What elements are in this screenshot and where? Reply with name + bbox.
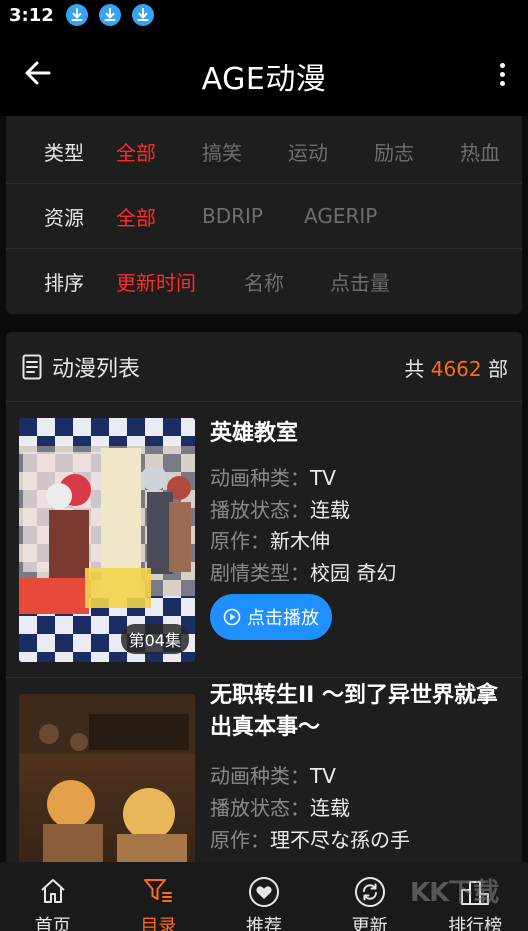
filter-option[interactable]: 全部 [116,137,156,166]
filter-row-type: 类型 全部 搞笑 运动 励志 热血 [6,119,522,184]
play-button[interactable]: 点击播放 [210,594,332,640]
bottom-navigation: 首页 目录 推荐 更新 排行榜 [0,862,528,931]
filter-list-icon [144,879,173,902]
filter-label-type: 类型 [44,140,84,165]
filter-option[interactable]: 点击量 [330,267,390,296]
more-options-button[interactable] [490,56,514,92]
list-title: 动漫列表 [52,357,141,382]
total-count: 4662 [430,357,482,381]
download-notification-icon [98,4,121,26]
app-bar: AGE动漫 [0,30,528,116]
more-vertical-icon [499,62,505,68]
anime-list: 动漫列表 共 4662 部 第04集 英雄教室 动画种类：TV 播放状态：连载 … [6,332,522,862]
download-notification-icon [131,4,154,26]
main-content[interactable]: 类型 全部 搞笑 运动 励志 热血 资源 全部 BDRIP AGERIP 排序 … [0,116,528,862]
list-header: 动漫列表 共 4662 部 [6,332,522,402]
nav-catalog[interactable]: 目录 [106,862,212,931]
play-status: 播放状态：连载 [210,498,350,522]
document-list-icon [22,354,42,380]
original-author: 原作：理不尽な孫の手 [210,828,410,852]
list-count: 共 4662 部 [404,357,508,381]
filter-label-source: 资源 [44,205,84,230]
nav-home[interactable]: 首页 [0,862,106,931]
nav-updates[interactable]: 更新 [317,862,423,931]
play-status: 播放状态：连载 [210,796,350,820]
podium-icon [461,881,490,905]
genre: 剧情类型：校园 奇幻 [210,561,397,585]
filter-label-sort: 排序 [44,271,84,295]
status-bar: 3:12 [0,0,528,30]
filter-option[interactable]: 热血 [460,137,500,166]
cover-image[interactable] [19,694,195,862]
filter-option[interactable]: AGERIP [304,204,377,228]
original-author: 原作：新木伸 [210,529,330,553]
heart-icon [248,877,279,907]
list-item[interactable]: 第04集 英雄教室 动画种类：TV 播放状态：连载 原作：新木伸 剧情类型：校园… [6,402,522,678]
list-item[interactable]: 无职转生II ～到了异世界就拿出真本事～ 动画种类：TV 播放状态：连载 原作：… [6,678,522,862]
status-time: 3:12 [9,4,54,26]
filter-option[interactable]: 名称 [244,267,284,296]
home-icon [41,879,65,903]
filter-panel: 类型 全部 搞笑 运动 励志 热血 资源 全部 BDRIP AGERIP 排序 … [6,116,522,314]
anime-title[interactable]: 英雄教室 [210,418,510,450]
filter-option[interactable]: 运动 [288,137,328,166]
nav-ranking[interactable]: 排行榜 [422,862,528,931]
anime-title[interactable]: 无职转生II ～到了异世界就拿出真本事～ [210,680,510,744]
play-circle-icon [223,608,241,626]
filter-row-sort: 排序 更新时间 名称 点击量 [6,249,522,314]
filter-option[interactable]: 励志 [374,137,414,166]
nav-recommend[interactable]: 推荐 [211,862,317,931]
page-title: AGE动漫 [201,62,327,97]
filter-row-source: 资源 全部 BDRIP AGERIP [6,184,522,249]
filter-option[interactable]: 更新时间 [116,267,196,296]
download-notification-icon [65,4,88,26]
filter-option[interactable]: 搞笑 [202,137,242,166]
anime-type: 动画种类：TV [210,466,336,490]
filter-option[interactable]: BDRIP [202,204,263,228]
anime-type: 动画种类：TV [210,764,336,788]
filter-option[interactable]: 全部 [116,202,156,231]
refresh-icon [354,877,385,907]
cover-image[interactable]: 第04集 [19,418,195,662]
episode-badge: 第04集 [120,624,189,654]
